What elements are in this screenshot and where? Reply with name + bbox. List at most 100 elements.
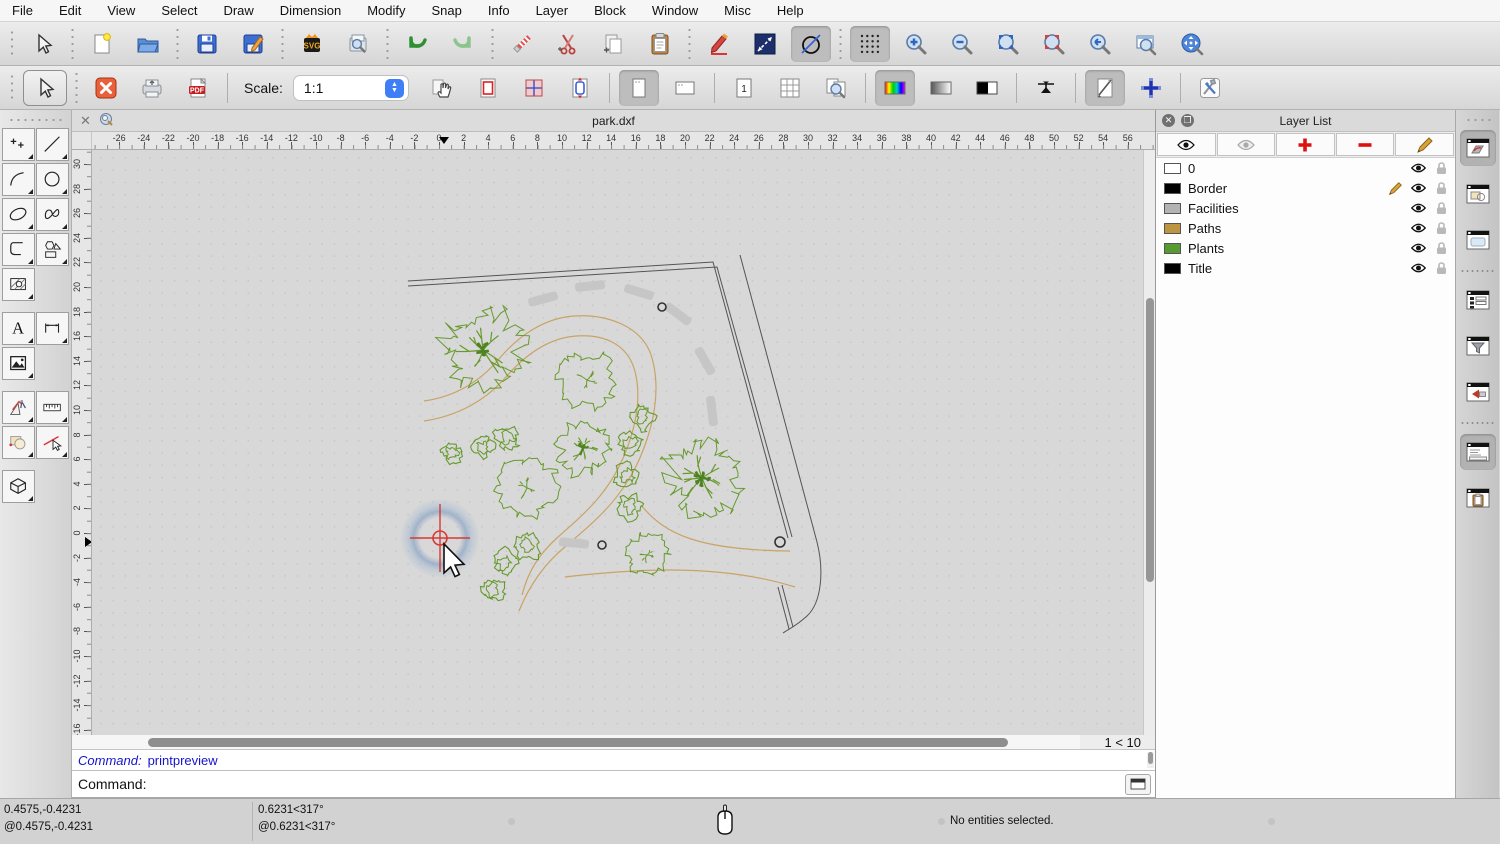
vertical-scrollbar-thumb[interactable] xyxy=(1146,298,1154,582)
undo-icon[interactable] xyxy=(397,26,437,62)
layer-lock-icon[interactable] xyxy=(1433,262,1449,275)
fit-page-icon[interactable] xyxy=(560,70,600,106)
layer-lock-icon[interactable] xyxy=(1433,162,1449,175)
pointer-icon[interactable] xyxy=(23,70,67,106)
menu-snap[interactable]: Snap xyxy=(432,3,462,18)
tool-text[interactable]: A xyxy=(2,312,35,345)
close-preview-icon[interactable] xyxy=(86,70,126,106)
settings-icon[interactable] xyxy=(1190,70,1230,106)
dock-toggle-view-toggle[interactable] xyxy=(1460,222,1496,258)
color-full-icon[interactable] xyxy=(875,70,915,106)
print-preview-icon[interactable] xyxy=(338,26,378,62)
dock-toggle-block-list[interactable] xyxy=(1460,176,1496,212)
drawing-canvas[interactable] xyxy=(92,150,1143,735)
menu-view[interactable]: View xyxy=(107,3,135,18)
redo-icon[interactable] xyxy=(443,26,483,62)
layer-color-swatch[interactable] xyxy=(1164,203,1181,214)
dock-toggle-layer-list[interactable] xyxy=(1460,130,1496,166)
tool-points[interactable] xyxy=(2,128,35,161)
layer-row-0[interactable]: 0 xyxy=(1156,158,1455,178)
zoom-auto-icon[interactable] xyxy=(988,26,1028,62)
open-file-icon[interactable] xyxy=(128,26,168,62)
tool-dimension[interactable] xyxy=(36,312,69,345)
layer-lock-icon[interactable] xyxy=(1433,222,1449,235)
layer-color-swatch[interactable] xyxy=(1164,263,1181,274)
layer-lock-icon[interactable] xyxy=(1433,182,1449,195)
panel-close-icon[interactable]: ✕ xyxy=(1162,114,1175,127)
menu-window[interactable]: Window xyxy=(652,3,698,18)
panel-float-icon[interactable]: ❐ xyxy=(1181,114,1194,127)
tool-polyline[interactable] xyxy=(2,233,35,266)
layer-visibility-icon[interactable] xyxy=(1410,263,1426,273)
color-gray-icon[interactable] xyxy=(921,70,961,106)
export-pdf-icon[interactable]: PDF xyxy=(178,70,218,106)
save-icon[interactable] xyxy=(187,26,227,62)
tool-image[interactable] xyxy=(2,347,35,380)
color-bw-icon[interactable] xyxy=(967,70,1007,106)
paper-border-icon[interactable] xyxy=(468,70,508,106)
cut-icon[interactable] xyxy=(548,26,588,62)
scale-dropdown[interactable]: 1:1 ▲▼ xyxy=(293,75,409,101)
edit-layer-button[interactable] xyxy=(1395,133,1454,156)
eye-off-button[interactable] xyxy=(1217,133,1276,156)
tool-hatch[interactable] xyxy=(2,268,35,301)
menu-select[interactable]: Select xyxy=(161,3,197,18)
circle-slash-icon[interactable] xyxy=(791,26,831,62)
menu-file[interactable]: File xyxy=(12,3,33,18)
pan-zoom-icon[interactable] xyxy=(1172,26,1212,62)
tool-measure[interactable] xyxy=(36,391,69,424)
crosshair-icon[interactable] xyxy=(1131,70,1171,106)
menu-info[interactable]: Info xyxy=(488,3,510,18)
palette-drag-handle[interactable] xyxy=(8,116,63,124)
menu-dimension[interactable]: Dimension xyxy=(280,3,341,18)
layer-row-border[interactable]: Border xyxy=(1156,178,1455,198)
distance-line-icon[interactable] xyxy=(745,26,785,62)
multi-page-icon[interactable] xyxy=(770,70,810,106)
tool-modify[interactable] xyxy=(2,426,35,459)
tab-close-icon[interactable]: ✕ xyxy=(80,113,91,129)
menu-draw[interactable]: Draw xyxy=(223,3,253,18)
new-file-icon[interactable] xyxy=(82,26,122,62)
menu-misc[interactable]: Misc xyxy=(724,3,751,18)
menu-modify[interactable]: Modify xyxy=(367,3,405,18)
dock-toggle-property-editor[interactable] xyxy=(1460,480,1496,516)
command-input[interactable] xyxy=(152,774,1119,794)
vertical-scrollbar[interactable] xyxy=(1143,150,1155,735)
zoom-previous-icon[interactable] xyxy=(1080,26,1120,62)
menu-block[interactable]: Block xyxy=(594,3,626,18)
tool-circle[interactable] xyxy=(36,163,69,196)
layer-visibility-icon[interactable] xyxy=(1410,223,1426,233)
layer-visibility-icon[interactable] xyxy=(1410,243,1426,253)
stepper-icon[interactable]: ▲▼ xyxy=(385,79,404,98)
add-layer-button[interactable] xyxy=(1276,133,1335,156)
pointer-icon[interactable] xyxy=(23,26,63,62)
single-page-icon[interactable]: 1 xyxy=(724,70,764,106)
pencil-edit-icon[interactable] xyxy=(699,26,739,62)
layer-color-swatch[interactable] xyxy=(1164,163,1181,174)
toolbar-drag-handle[interactable] xyxy=(8,73,16,103)
layer-visibility-icon[interactable] xyxy=(1410,183,1426,193)
page-overlay-icon[interactable] xyxy=(514,70,554,106)
layer-color-swatch[interactable] xyxy=(1164,243,1181,254)
horizontal-scrollbar-thumb[interactable] xyxy=(148,738,1008,747)
tool-draw-tools[interactable] xyxy=(2,391,35,424)
layer-visibility-icon[interactable] xyxy=(1410,203,1426,213)
menu-help[interactable]: Help xyxy=(777,3,804,18)
zoom-out-icon[interactable] xyxy=(942,26,982,62)
export-svg-icon[interactable]: SVG xyxy=(292,26,332,62)
tool-ellipse[interactable] xyxy=(2,198,35,231)
layer-row-title[interactable]: Title xyxy=(1156,258,1455,278)
eye-on-button[interactable] xyxy=(1157,133,1216,156)
remove-layer-button[interactable] xyxy=(1336,133,1395,156)
print-icon[interactable] xyxy=(132,70,172,106)
lineweight-icon[interactable] xyxy=(1026,70,1066,106)
layer-row-facilities[interactable]: Facilities xyxy=(1156,198,1455,218)
menu-layer[interactable]: Layer xyxy=(536,3,569,18)
portrait-icon[interactable] xyxy=(619,70,659,106)
layer-row-plants[interactable]: Plants xyxy=(1156,238,1455,258)
tool-select-tool[interactable] xyxy=(36,426,69,459)
tool-arc[interactable] xyxy=(2,163,35,196)
zoom-in-icon[interactable] xyxy=(896,26,936,62)
layer-color-swatch[interactable] xyxy=(1164,183,1181,194)
layer-row-paths[interactable]: Paths xyxy=(1156,218,1455,238)
